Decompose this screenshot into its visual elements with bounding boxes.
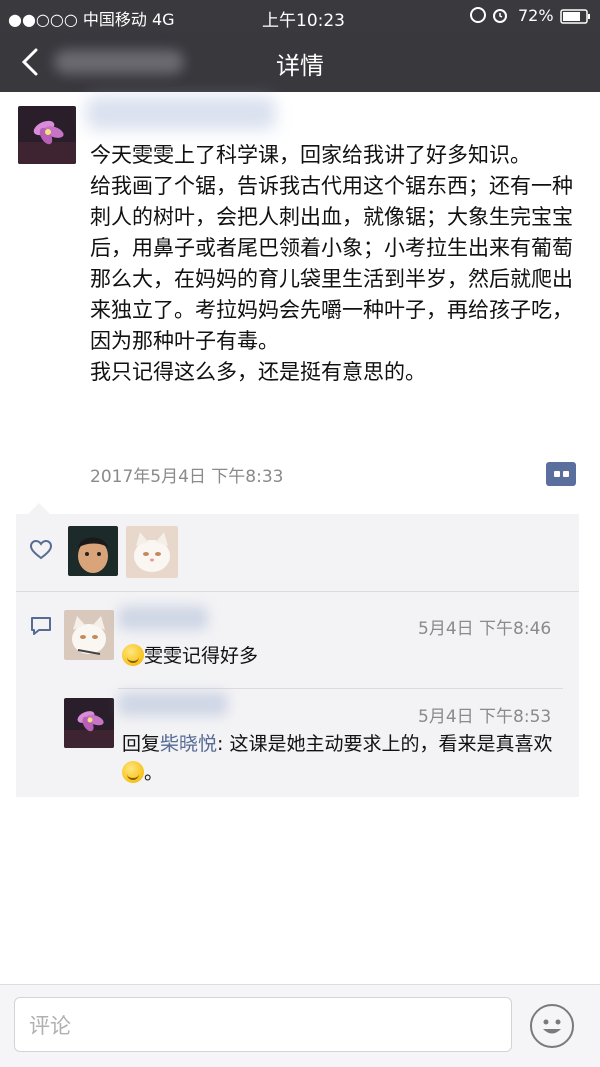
heart-icon: [29, 539, 53, 564]
more-actions-button[interactable]: [546, 462, 576, 486]
commenter-avatar[interactable]: [64, 610, 114, 660]
clock: 上午10:23: [262, 11, 345, 31]
reply-prefix: 回复: [122, 733, 161, 755]
divider: [16, 591, 579, 592]
commenter-name-blurred[interactable]: [118, 692, 228, 716]
smile-emoji-icon: [122, 644, 144, 666]
punctuation: 。: [144, 762, 164, 784]
post-line: 我只记得这么多，还是挺有意思的。: [90, 360, 426, 384]
author-name-blurred[interactable]: [86, 96, 276, 130]
comment-body: : 这课是她主动要求上的，看来是真喜欢: [217, 733, 553, 755]
status-bar: ●●○○○ 中国移动 4G 上午10:23 72%: [0, 0, 600, 32]
post-line: 给我画了个锯，告诉我古代用这个锯东西；还有一种刺人的树叶，会把人刺出血，就像锯；…: [90, 174, 573, 353]
status-icons: [470, 6, 518, 28]
battery-percent: 72%: [518, 6, 554, 25]
author-avatar[interactable]: [18, 106, 76, 164]
nav-bar: 详情: [0, 32, 600, 92]
commenter-avatar[interactable]: [64, 698, 114, 748]
post-content: 今天雯雯上了科学课，回家给我讲了好多知识。 给我画了个锯，告诉我古代用这个锯东西…: [90, 140, 590, 388]
comment-text: 雯雯记得好多: [122, 642, 258, 671]
divider: [118, 688, 563, 689]
comment-input[interactable]: 评论: [14, 997, 512, 1052]
reply-to-link[interactable]: 柴晓悦: [160, 733, 217, 755]
alarm-icon: [470, 7, 507, 23]
comment-text: 回复柴晓悦: 这课是她主动要求上的，看来是真喜欢。: [122, 730, 562, 788]
commenter-name-blurred[interactable]: [118, 606, 208, 630]
emoji-button[interactable]: [530, 1004, 574, 1048]
smiley-icon: [543, 1019, 561, 1034]
liker-avatar[interactable]: [68, 526, 118, 576]
comment-time: 5月4日 下午8:53: [418, 707, 552, 727]
carrier-label: ●●○○○ 中国移动 4G: [8, 10, 175, 29]
feedback-arrow: [28, 503, 50, 514]
comment-body: 雯雯记得好多: [144, 645, 259, 667]
page-title: 详情: [276, 52, 324, 80]
grin-emoji-icon: [122, 761, 144, 783]
post-line: 今天雯雯上了科学课，回家给我讲了好多知识。: [90, 143, 531, 167]
liker-avatar[interactable]: [126, 526, 178, 578]
post-timestamp: 2017年5月4日 下午8:33: [90, 467, 284, 487]
battery-icon: [560, 9, 592, 29]
comment-time: 5月4日 下午8:46: [418, 619, 552, 639]
comment-icon: [30, 616, 52, 640]
